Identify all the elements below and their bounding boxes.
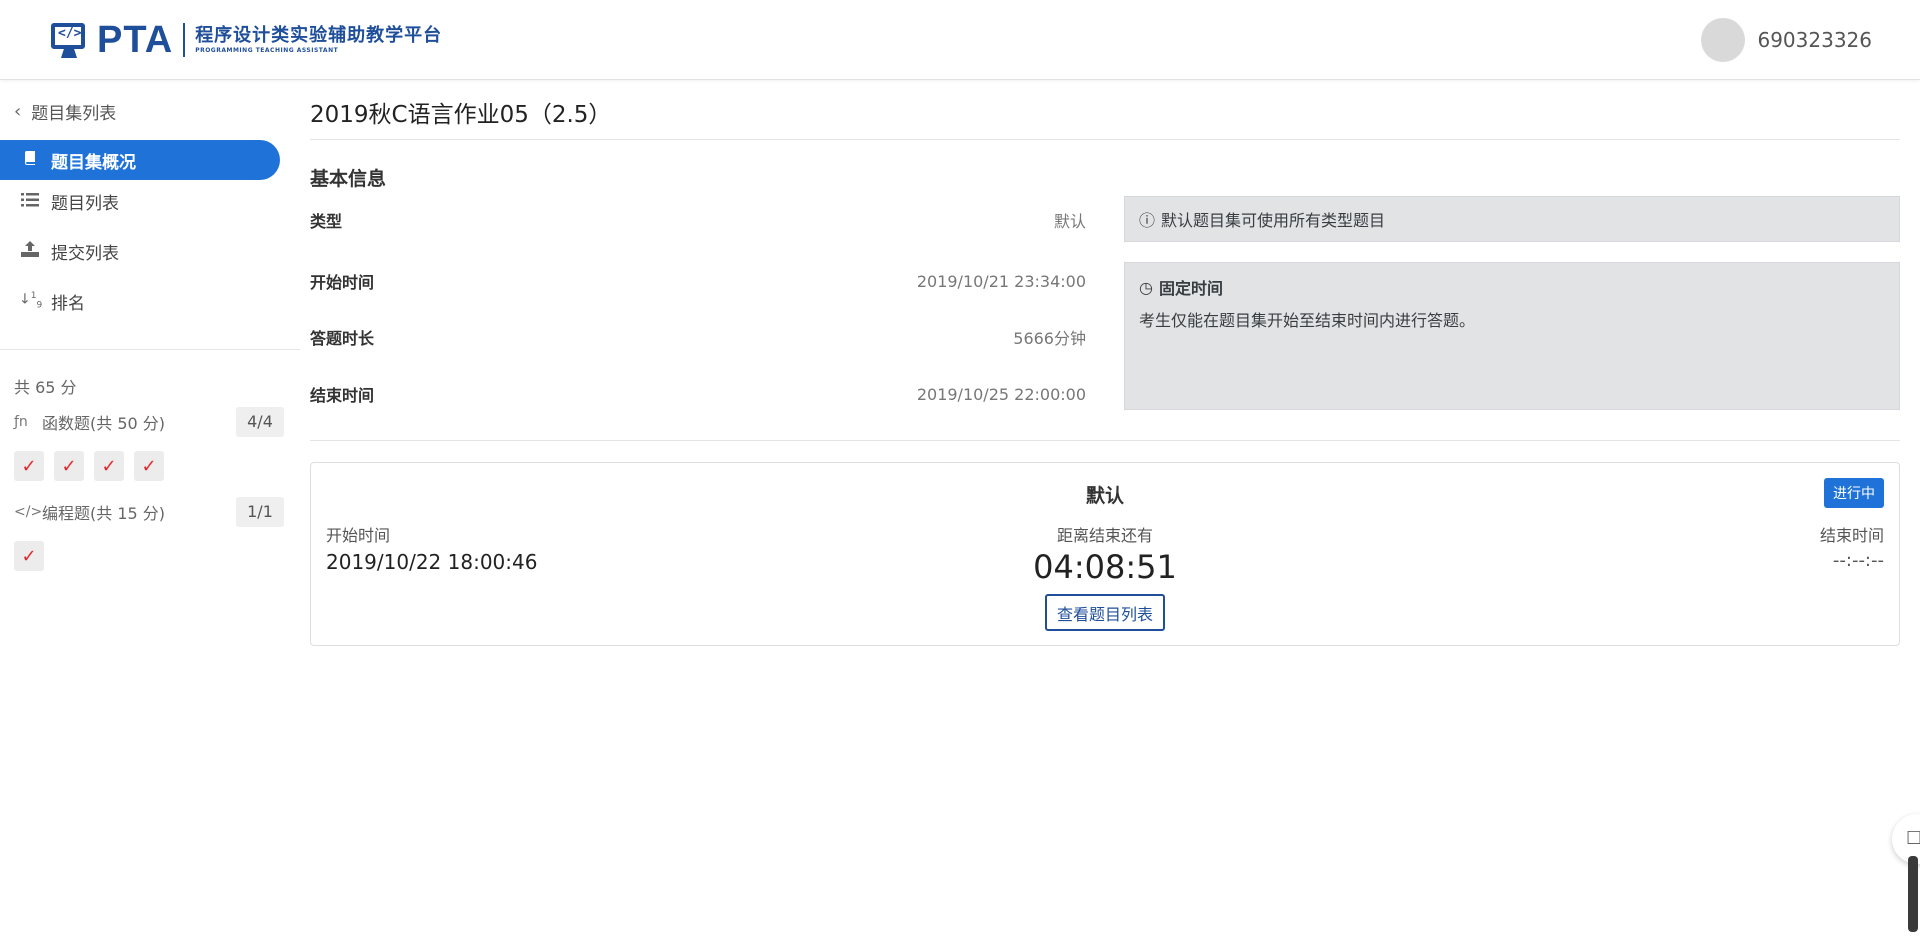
upload-icon (19, 241, 41, 261)
sidebar-item-submissions[interactable]: 提交列表 (0, 231, 280, 271)
info-key: 答题时长 (310, 329, 375, 348)
logo-subtitle-en: PROGRAMMING TEACHING ASSISTANT (195, 47, 339, 54)
logo-subtitle: 程序设计类实验辅助教学平台 PROGRAMMING TEACHING ASSIS… (195, 25, 442, 55)
check-icon: ✓ (61, 455, 77, 477)
sidebar-divider (0, 349, 300, 350)
info-value: 2019/10/25 22:00:00 (916, 384, 1086, 404)
problem-status-check[interactable]: ✓ (14, 541, 44, 571)
back-label: 题目集列表 (31, 104, 117, 124)
sidebar-item-label: 题目列表 (51, 193, 119, 214)
info-value: 2019/10/21 23:34:00 (916, 271, 1086, 291)
category-label: 编程题(共 15 分) (42, 504, 166, 523)
info-row-duration: 答题时长 5666分钟 (310, 322, 1086, 352)
category-function: ƒn 函数题(共 50 分) 4/4 (14, 407, 284, 437)
category-count: 1/1 (236, 497, 284, 527)
session-card: 默认 进行中 开始时间 2019/10/22 18:00:46 距离结束还有 0… (310, 462, 1900, 646)
status-badge: 进行中 (1824, 478, 1884, 508)
chevron-left-icon: ‹ (14, 101, 22, 122)
username[interactable]: 690323326 (1757, 28, 1872, 52)
scrollbar[interactable] (1908, 856, 1918, 932)
type-notice: ⓘ 默认题目集可使用所有类型题目 (1124, 196, 1900, 242)
info-key: 类型 (310, 212, 343, 231)
list-icon (19, 192, 41, 211)
page-title: 2019秋C语言作业05（2.5） (310, 102, 612, 128)
user-menu[interactable]: 690323326 (1701, 18, 1872, 62)
sidebar-item-label: 题目集概况 (51, 152, 136, 173)
function-icon: ƒn (14, 414, 28, 430)
monitor-code-icon: </> (51, 23, 87, 58)
code-icon: </> (14, 504, 43, 520)
programming-problem-status-list: ✓ (14, 541, 54, 571)
book-icon (19, 150, 41, 170)
view-problem-list-button[interactable]: 查看题目列表 (1045, 594, 1165, 631)
clock-icon: ◷ (1139, 277, 1153, 297)
remaining-value: 04:08:51 (1033, 548, 1177, 586)
category-count: 4/4 (236, 407, 284, 437)
problem-status-check[interactable]: ✓ (94, 451, 124, 481)
category-programming: </> 编程题(共 15 分) 1/1 (14, 497, 284, 527)
sidebar-item-overview[interactable]: 题目集概况 (0, 140, 280, 180)
fixed-time-body: 考生仅能在题目集开始至结束时间内进行答题。 (1139, 311, 1476, 330)
info-value: 5666分钟 (1013, 329, 1086, 348)
problem-status-check[interactable]: ✓ (54, 451, 84, 481)
sidebar-item-problem-list[interactable]: 题目列表 (0, 181, 280, 221)
logo-text: PTA (97, 18, 174, 61)
end-label: 结束时间 (1819, 526, 1884, 545)
back-to-problem-sets-link[interactable]: ‹ 题目集列表 (14, 99, 116, 124)
sidebar: ‹ 题目集列表 题目集概况 题目列表 提交列表 ↓19 排名 共 65 分 ƒn… (0, 81, 300, 939)
category-label: 函数题(共 50 分) (42, 414, 166, 433)
type-notice-text: 默认题目集可使用所有类型题目 (1161, 211, 1386, 230)
sidebar-item-label: 排名 (51, 293, 85, 314)
fixed-time-title: 固定时间 (1158, 279, 1223, 298)
check-icon: ✓ (21, 455, 37, 477)
fixed-time-notice: ◷ 固定时间 考生仅能在题目集开始至结束时间内进行答题。 (1124, 262, 1900, 410)
top-header: </> PTA 程序设计类实验辅助教学平台 PROGRAMMING TEACHI… (0, 0, 1920, 80)
problem-status-check[interactable]: ✓ (14, 451, 44, 481)
pta-logo[interactable]: </> PTA 程序设计类实验辅助教学平台 PROGRAMMING TEACHI… (51, 18, 442, 61)
check-icon: ✓ (101, 455, 117, 477)
sidebar-item-label: 提交列表 (51, 243, 119, 264)
info-row-type: 类型 默认 (310, 205, 1086, 235)
session-title: 默认 (1085, 485, 1124, 507)
logo-subtitle-cn: 程序设计类实验辅助教学平台 (195, 25, 443, 46)
check-icon: ✓ (141, 455, 157, 477)
end-value: --:--:-- (1832, 550, 1884, 571)
info-key: 结束时间 (310, 386, 375, 405)
info-value: 默认 (1053, 212, 1086, 231)
section-divider (310, 440, 1900, 441)
check-icon: ✓ (21, 545, 37, 567)
problem-status-check[interactable]: ✓ (134, 451, 164, 481)
section-title: 基本信息 (310, 168, 387, 190)
sidebar-item-ranking[interactable]: ↓19 排名 (0, 281, 280, 321)
title-divider (310, 139, 1900, 140)
function-problem-status-list: ✓ ✓ ✓ ✓ (14, 451, 174, 481)
feedback-icon: ☐ (1906, 828, 1920, 849)
logo-divider (183, 23, 186, 57)
info-key: 开始时间 (310, 273, 375, 292)
avatar[interactable] (1701, 18, 1746, 62)
sort-numeric-icon: ↓19 (19, 291, 43, 311)
info-row-end-time: 结束时间 2019/10/25 22:00:00 (310, 379, 1086, 409)
remaining-label: 距离结束还有 (1056, 526, 1153, 545)
info-row-start-time: 开始时间 2019/10/21 23:34:00 (310, 266, 1086, 296)
session-countdown: 距离结束还有 04:08:51 (311, 522, 1899, 586)
total-score: 共 65 分 (14, 378, 77, 397)
session-end: 结束时间 --:--:-- (1820, 522, 1884, 571)
info-circle-icon: ⓘ (1139, 211, 1156, 230)
